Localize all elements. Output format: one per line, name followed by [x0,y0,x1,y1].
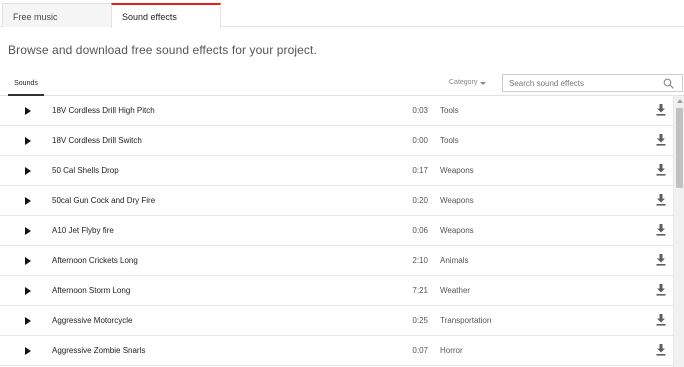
play-icon[interactable] [25,257,31,265]
sound-list: 18V Cordless Drill High Pitch 0:03 Tools… [0,96,673,366]
sound-duration: 0:17 [412,166,428,175]
sound-title: Aggressive Zombie Snarls [52,346,146,355]
search-icon[interactable] [663,78,674,89]
sound-title: 50cal Gun Cock and Dry Fire [52,196,156,205]
filter-bar: Sounds Category [0,72,684,96]
sound-title: Afternoon Crickets Long [52,256,138,265]
category-label: Category [449,79,478,86]
sound-title: Aggressive Motorcycle [52,316,133,325]
search-input[interactable] [503,75,663,91]
download-icon[interactable] [656,164,666,176]
sound-category: Tools [440,106,459,115]
download-icon[interactable] [656,284,666,296]
sound-title: 18V Cordless Drill Switch [52,136,142,145]
play-icon[interactable] [25,347,31,355]
download-icon[interactable] [656,344,666,356]
download-icon[interactable] [656,104,666,116]
download-icon[interactable] [656,254,666,266]
list-item: Afternoon Storm Long 7:21 Weather [0,276,673,306]
sound-category: Weapons [440,196,474,205]
sound-duration: 7:21 [412,286,428,295]
play-icon[interactable] [25,107,31,115]
sound-title: 18V Cordless Drill High Pitch [52,106,155,115]
sound-duration: 0:07 [412,346,428,355]
play-icon[interactable] [25,137,31,145]
sound-title: A10 Jet Flyby fire [52,226,114,235]
sound-category: Tools [440,136,459,145]
scrollbar[interactable] [673,96,684,367]
page-subtitle: Browse and download free sound effects f… [8,43,317,57]
sound-category: Weapons [440,226,474,235]
search-box [502,74,683,92]
sound-category: Weather [440,286,471,295]
sounds-tab[interactable]: Sounds [8,72,44,96]
sound-duration: 0:20 [412,196,428,205]
scrollbar-thumb[interactable] [676,108,683,188]
list-item: 50 Cal Shells Drop 0:17 Weapons [0,156,673,186]
play-icon[interactable] [25,227,31,235]
list-item: Afternoon Crickets Long 2:10 Animals [0,246,673,276]
sound-duration: 0:25 [412,316,428,325]
download-icon[interactable] [656,224,666,236]
tab-bar: Free music Sound effects [0,0,684,28]
sound-category: Transportation [440,316,492,325]
sound-duration: 2:10 [412,256,428,265]
list-item: 18V Cordless Drill Switch 0:00 Tools [0,126,673,156]
sound-duration: 0:00 [412,136,428,145]
category-dropdown[interactable]: Category [449,79,487,86]
list-item: Aggressive Zombie Snarls 0:07 Horror [0,336,673,366]
play-icon[interactable] [25,197,31,205]
sound-title: 50 Cal Shells Drop [52,166,119,175]
play-icon[interactable] [25,287,31,295]
download-icon[interactable] [656,134,666,146]
tab-sound-effects[interactable]: Sound effects [111,3,221,28]
list-item: 18V Cordless Drill High Pitch 0:03 Tools [0,96,673,126]
list-item: A10 Jet Flyby fire 0:06 Weapons [0,216,673,246]
sound-category: Animals [440,256,469,265]
tab-free-music[interactable]: Free music [2,3,112,27]
scroll-up-arrow-icon[interactable] [677,99,683,103]
download-icon[interactable] [656,194,666,206]
play-icon[interactable] [25,317,31,325]
sound-category: Weapons [440,166,474,175]
caret-down-icon [480,81,487,85]
list-item: 50cal Gun Cock and Dry Fire 0:20 Weapons [0,186,673,216]
sound-duration: 0:06 [412,226,428,235]
play-icon[interactable] [25,167,31,175]
list-item: Aggressive Motorcycle 0:25 Transportatio… [0,306,673,336]
download-icon[interactable] [656,314,666,326]
sound-title: Afternoon Storm Long [52,286,131,295]
sound-duration: 0:03 [412,106,428,115]
sound-category: Horror [440,346,463,355]
